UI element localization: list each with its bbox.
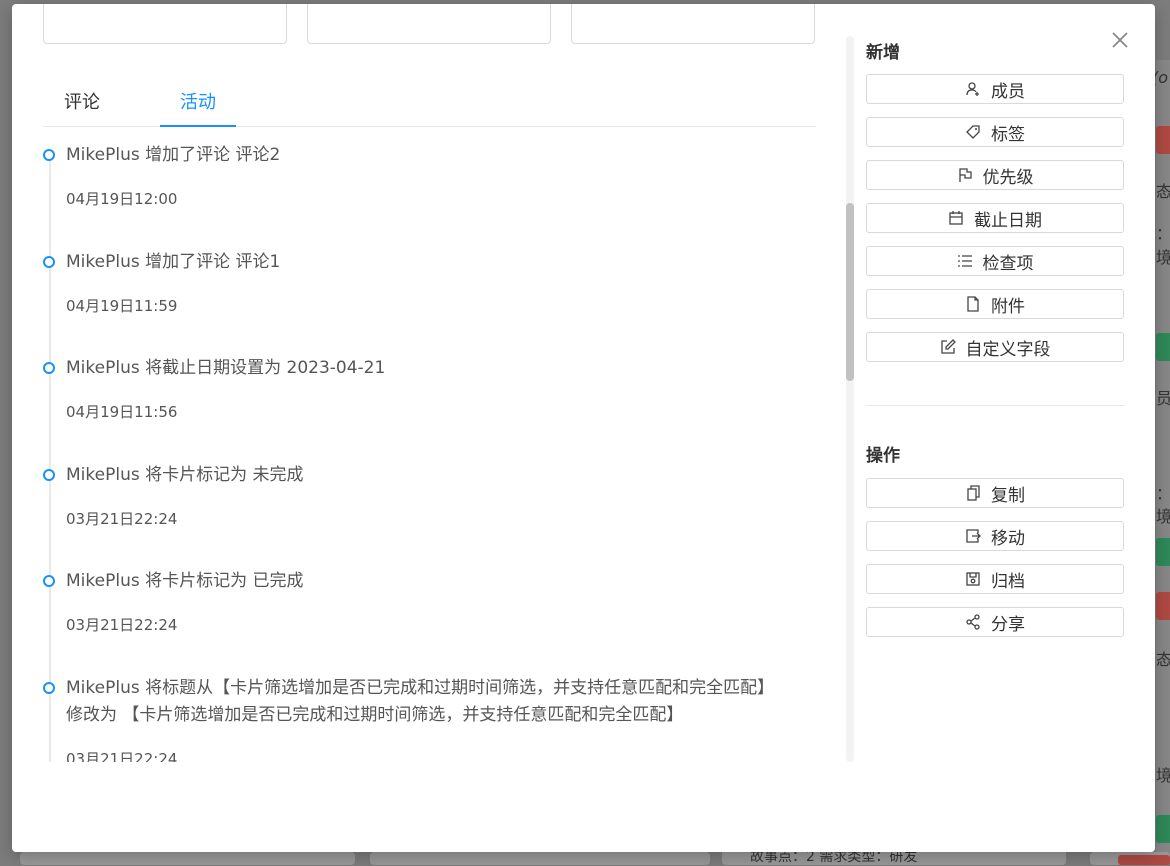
- add-checklist-button[interactable]: 检查项: [866, 246, 1124, 276]
- button-label: 分享: [991, 614, 1025, 635]
- activity-time: 04月19日12:00: [66, 190, 178, 208]
- activity-text: MikePlus 将卡片标记为 未完成: [66, 465, 304, 485]
- timeline-line: [49, 158, 51, 762]
- archive-button[interactable]: 归档: [866, 564, 1124, 594]
- button-label: 自定义字段: [965, 339, 1051, 360]
- button-label: 归档: [991, 571, 1025, 592]
- background-text: ：: [1156, 220, 1170, 244]
- add-tag-button[interactable]: 标签: [866, 117, 1124, 147]
- activity-time: 03月21日22:24: [66, 750, 178, 762]
- timeline-dot: [43, 362, 55, 374]
- background-text: 境: [1156, 507, 1170, 526]
- share-icon: [966, 614, 980, 630]
- timeline-dot: [43, 149, 55, 161]
- move-button[interactable]: 移动: [866, 521, 1124, 551]
- activity-text: MikePlus 将标题从【卡片筛选增加是否已完成和过期时间筛选，并支持任意匹配…: [66, 678, 775, 698]
- timeline-dot: [43, 575, 55, 587]
- background-badge: [1156, 592, 1170, 620]
- field-inputs-row: [43, 4, 816, 48]
- sidebar-actions: 新增 成员 标签 优先级 截止日期 检查项 附件 自定义字段 操作 复制 移动 …: [866, 4, 1126, 852]
- edit-icon: [940, 339, 956, 354]
- activity-text: MikePlus 将卡片标记为 已完成: [66, 571, 304, 591]
- operations-heading: 操作: [866, 446, 900, 466]
- tab-comments[interactable]: 评论: [64, 88, 100, 114]
- add-due-date-button[interactable]: 截止日期: [866, 203, 1124, 233]
- add-priority-button[interactable]: 优先级: [866, 160, 1124, 190]
- scrollbar-thumb[interactable]: [846, 203, 854, 381]
- activity-text: MikePlus 增加了评论 评论1: [66, 252, 281, 272]
- card-detail-modal: 评论 活动 MikePlus 增加了评论 评论2 04月19日12:00 Mik…: [12, 4, 1155, 852]
- timeline-dot: [43, 256, 55, 268]
- calendar-icon: [949, 211, 963, 225]
- background-badge: [1156, 538, 1170, 566]
- background-text: 员: [1156, 389, 1170, 408]
- background-text: 境: [1156, 766, 1170, 785]
- timeline-dot: [43, 682, 55, 694]
- background-text: 态: [1156, 182, 1170, 201]
- archive-icon: [966, 572, 980, 586]
- field-input[interactable]: [571, 4, 815, 44]
- active-tab-indicator: [160, 125, 236, 127]
- field-input[interactable]: [43, 4, 287, 44]
- activity-time: 04月19日11:59: [66, 297, 178, 315]
- button-label: 标签: [991, 124, 1025, 145]
- share-button[interactable]: 分享: [866, 607, 1124, 637]
- background-badge: [1156, 815, 1170, 843]
- button-label: 成员: [991, 81, 1025, 102]
- background-card: [20, 852, 355, 865]
- activity-time: 04月19日11:56: [66, 403, 178, 421]
- background-text: ：: [1156, 480, 1170, 504]
- background-badge: [1156, 126, 1170, 154]
- field-input[interactable]: [307, 4, 551, 44]
- flag-icon: [958, 168, 972, 182]
- button-label: 优先级: [982, 167, 1034, 188]
- tab-bar: 评论 活动: [43, 76, 816, 127]
- background-badge: [1118, 855, 1170, 865]
- activity-timeline: MikePlus 增加了评论 评论2 04月19日12:00 MikePlus …: [43, 128, 816, 762]
- activity-text: MikePlus 将截止日期设置为 2023-04-21: [66, 358, 386, 378]
- timeline-dot: [43, 469, 55, 481]
- add-custom-field-button[interactable]: 自定义字段: [866, 332, 1124, 362]
- activity-text: MikePlus 增加了评论 评论2: [66, 145, 281, 165]
- tag-icon: [966, 125, 980, 139]
- sidebar-divider: [866, 405, 1124, 406]
- background-text: 态: [1156, 650, 1170, 669]
- button-label: 复制: [991, 485, 1025, 506]
- activity-scrollbar[interactable]: [846, 36, 854, 762]
- add-heading: 新增: [866, 43, 900, 63]
- button-label: 附件: [991, 296, 1025, 317]
- background-badge: [1156, 333, 1170, 361]
- activity-text-continued: 修改为 【卡片筛选增加是否已完成和过期时间筛选，并支持任意匹配和完全匹配】: [66, 705, 684, 725]
- activity-time: 03月21日22:24: [66, 510, 178, 528]
- background-card: [370, 852, 710, 865]
- background-text: 境: [1156, 248, 1170, 267]
- add-member-button[interactable]: 成员: [866, 74, 1124, 104]
- copy-icon: [967, 485, 980, 501]
- move-icon: [966, 529, 981, 543]
- button-label: 移动: [991, 528, 1025, 549]
- checklist-icon: [957, 255, 972, 267]
- tab-activity[interactable]: 活动: [180, 88, 216, 114]
- activity-time: 03月21日22:24: [66, 616, 178, 634]
- copy-button[interactable]: 复制: [866, 478, 1124, 508]
- user-add-icon: [966, 82, 979, 96]
- button-label: 检查项: [982, 253, 1034, 274]
- button-label: 截止日期: [974, 210, 1042, 231]
- file-icon: [967, 296, 979, 312]
- add-attachment-button[interactable]: 附件: [866, 289, 1124, 319]
